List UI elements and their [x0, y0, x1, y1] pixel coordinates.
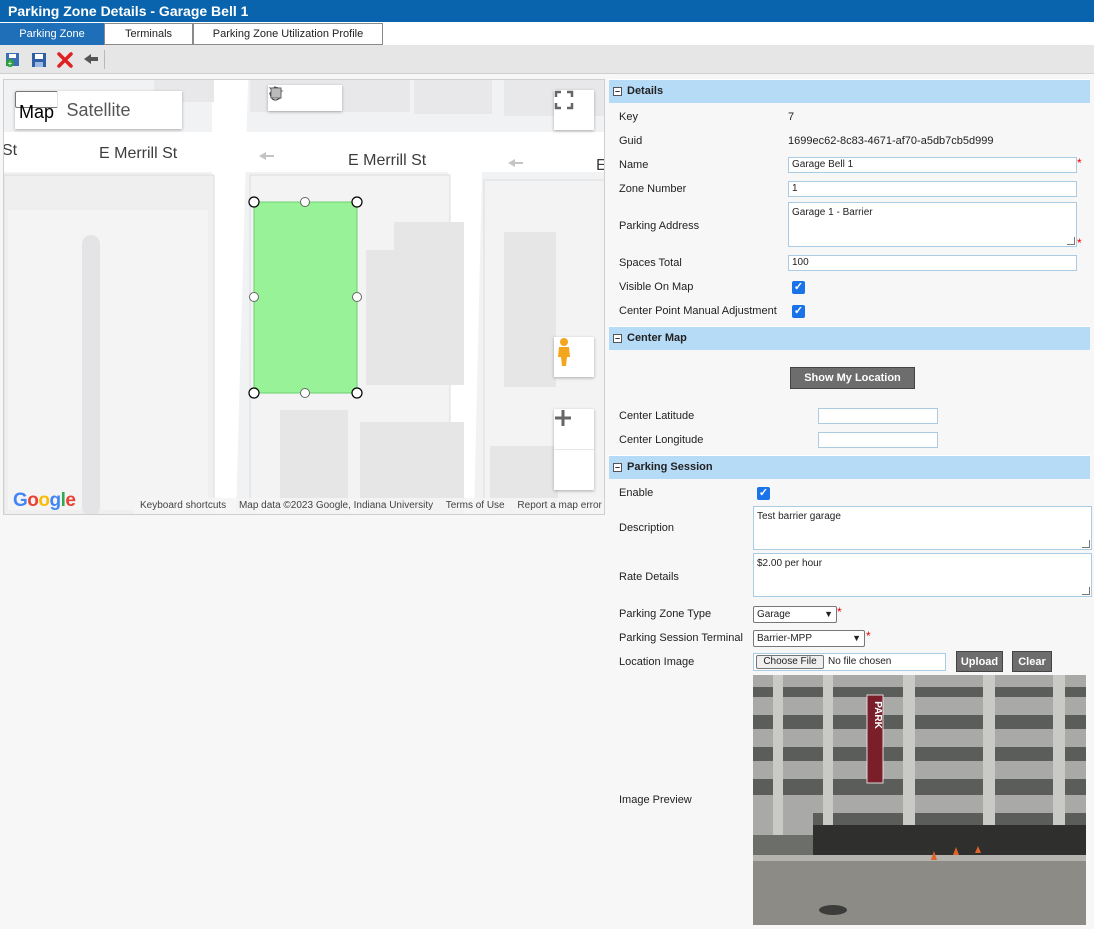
collapse-icon[interactable]: – — [613, 334, 622, 343]
map-data-text: Map data ©2023 Google, Indiana Universit… — [238, 500, 434, 511]
save-icon[interactable] — [30, 51, 48, 69]
required-marker: * — [1077, 156, 1082, 170]
required-marker: * — [837, 605, 842, 619]
polygon-tool-icon[interactable] — [268, 85, 318, 111]
report-map-error-link[interactable]: Report a map error — [517, 500, 601, 511]
toolbar: + — [0, 45, 1094, 74]
section-details-title: Details — [627, 85, 664, 97]
session-terminal-value: Barrier-MPP — [757, 633, 813, 644]
rate-details-text: $2.00 per hour — [757, 558, 823, 569]
zoom-control — [554, 409, 594, 490]
spaces-total-label: Spaces Total — [619, 257, 682, 269]
choose-file-button[interactable]: Choose File — [756, 655, 824, 669]
street-label-right-fragment: E — [596, 157, 604, 175]
key-label: Key — [619, 111, 638, 123]
google-logo: Google — [13, 490, 76, 511]
rate-details-field[interactable]: $2.00 per hour — [753, 553, 1092, 597]
park-sign-text: PARK — [872, 701, 883, 729]
required-marker: * — [866, 629, 871, 643]
session-terminal-select[interactable]: Barrier-MPP ▼ — [753, 630, 865, 647]
session-terminal-label: Parking Session Terminal — [619, 632, 743, 644]
tab-bar: Parking Zone Terminals Parking Zone Util… — [0, 22, 1094, 45]
upload-button[interactable]: Upload — [956, 651, 1003, 672]
drawing-tools — [268, 85, 342, 111]
zone-number-field[interactable]: 1 — [788, 181, 1077, 197]
center-longitude-field[interactable] — [818, 432, 938, 448]
window-title: Parking Zone Details - Garage Bell 1 — [0, 0, 1094, 22]
map-type-map-button[interactable]: Map — [15, 91, 59, 122]
name-label: Name — [619, 159, 649, 171]
parking-zone-type-label: Parking Zone Type — [619, 608, 712, 620]
street-label-left: E Merrill St — [99, 145, 178, 162]
center-point-adjust-label: Center Point Manual Adjustment — [619, 305, 777, 317]
section-center-map-header[interactable]: – Center Map — [609, 326, 1090, 350]
description-label: Description — [619, 522, 675, 534]
toolbar-divider — [104, 50, 105, 69]
guid-label: Guid — [619, 135, 643, 147]
spaces-total-field[interactable]: 100 — [788, 255, 1077, 271]
rate-details-label: Rate Details — [619, 571, 679, 583]
map-attribution-bar: Keyboard shortcuts Map data ©2023 Google… — [134, 498, 604, 514]
enable-label: Enable — [619, 487, 654, 499]
section-parking-session-header[interactable]: – Parking Session — [609, 455, 1090, 479]
visible-on-map-checkbox[interactable]: ✓ — [792, 281, 805, 294]
show-my-location-button[interactable]: Show My Location — [790, 367, 915, 389]
location-image-label: Location Image — [619, 656, 695, 668]
center-latitude-label: Center Latitude — [619, 410, 695, 422]
street-label-center: E Merrill St — [348, 152, 427, 169]
clear-button[interactable]: Clear — [1012, 651, 1052, 672]
section-details-header[interactable]: – Details — [609, 79, 1090, 103]
tab-terminals[interactable]: Terminals — [104, 23, 193, 45]
resize-grip-icon[interactable] — [1082, 587, 1090, 595]
keyboard-shortcuts-link[interactable]: Keyboard shortcuts — [140, 500, 226, 511]
tab-parking-zone[interactable]: Parking Zone — [0, 23, 104, 45]
parking-address-label: Parking Address — [619, 220, 700, 232]
save-new-icon[interactable]: + — [4, 51, 22, 69]
section-center-map-title: Center Map — [627, 332, 687, 344]
enable-checkbox[interactable]: ✓ — [757, 487, 770, 500]
section-parking-session-title: Parking Session — [627, 461, 713, 473]
parking-zone-type-value: Garage — [757, 609, 791, 620]
resize-grip-icon[interactable] — [1082, 540, 1090, 548]
description-field[interactable]: Test barrier garage — [753, 506, 1092, 550]
parking-garage-photo: PARK — [753, 675, 1086, 925]
fullscreen-icon[interactable] — [554, 90, 594, 130]
map-canvas — [4, 80, 604, 514]
image-preview: PARK — [753, 675, 1086, 925]
description-text: Test barrier garage — [757, 511, 841, 522]
rectangle-tool-icon[interactable] — [270, 85, 342, 111]
map-view[interactable]: St E Merrill St E Merrill St E Map Satel… — [3, 79, 605, 515]
chevron-down-icon: ▼ — [852, 633, 861, 643]
zoom-out-icon[interactable] — [554, 416, 594, 490]
street-view-pegman-icon[interactable] — [554, 337, 594, 377]
street-label-left-fragment: St — [3, 142, 18, 159]
delete-icon[interactable] — [56, 51, 74, 69]
map-type-control: Map Satellite — [15, 91, 182, 129]
parking-zone-type-select[interactable]: Garage ▼ — [753, 606, 837, 623]
svg-text:+: + — [8, 59, 13, 68]
parking-address-text: Garage 1 - Barrier — [792, 207, 873, 218]
file-input: Choose File No file chosen — [753, 653, 946, 671]
name-field[interactable]: Garage Bell 1 — [788, 157, 1077, 173]
visible-on-map-label: Visible On Map — [619, 281, 694, 293]
key-value: 7 — [788, 111, 795, 123]
resize-grip-icon[interactable] — [1067, 237, 1075, 245]
tab-utilization-profile[interactable]: Parking Zone Utilization Profile — [193, 23, 383, 45]
center-point-adjust-checkbox[interactable]: ✓ — [792, 305, 805, 318]
terms-of-use-link[interactable]: Terms of Use — [446, 500, 505, 511]
center-longitude-label: Center Longitude — [619, 434, 704, 446]
image-preview-label: Image Preview — [619, 794, 692, 806]
file-status-text: No file chosen — [828, 656, 892, 667]
zone-number-label: Zone Number — [619, 183, 687, 195]
parking-address-field[interactable]: Garage 1 - Barrier — [788, 202, 1077, 247]
collapse-icon[interactable]: – — [613, 87, 622, 96]
required-marker: * — [1077, 236, 1082, 250]
back-icon[interactable] — [82, 51, 100, 69]
center-latitude-field[interactable] — [818, 408, 938, 424]
chevron-down-icon: ▼ — [824, 609, 833, 619]
guid-value: 1699ec62-8c83-4671-af70-a5db7cb5d999 — [788, 135, 994, 147]
collapse-icon[interactable]: – — [613, 463, 622, 472]
